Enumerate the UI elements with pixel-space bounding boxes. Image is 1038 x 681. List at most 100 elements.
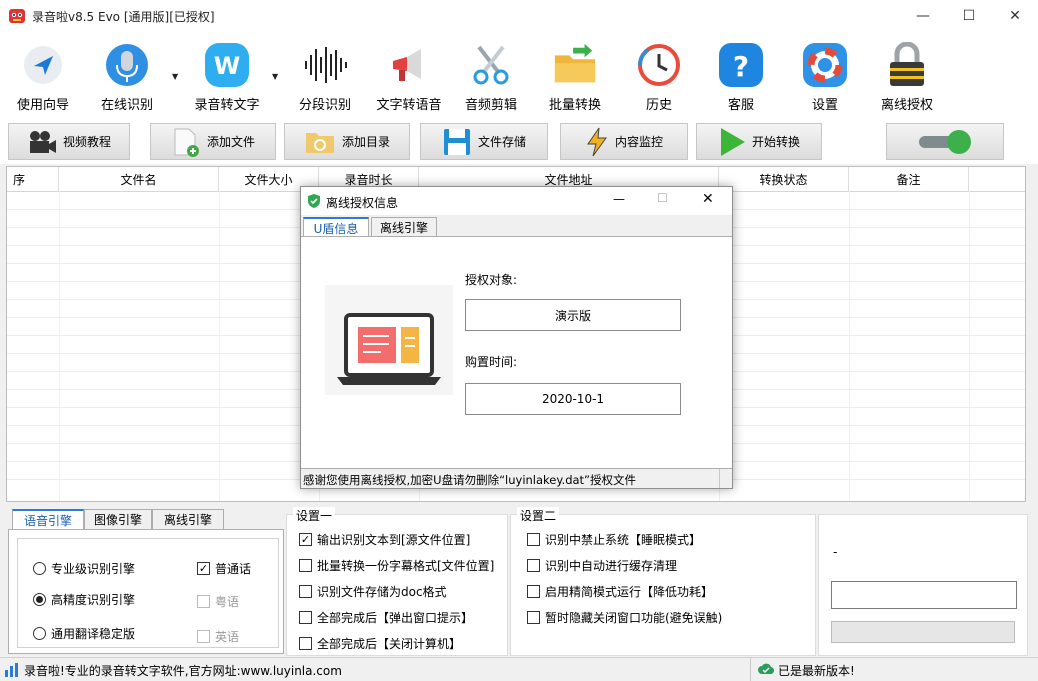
toolbar-support[interactable]: ? 客服 (712, 42, 770, 113)
settings-group-one: 设置一 ✓ 输出识别文本到[源文件位置] 批量转换一份字幕格式[文件位置] 识别文… (286, 507, 508, 656)
column-line (219, 191, 220, 501)
column-header-filename[interactable]: 文件名 (59, 167, 219, 191)
action-button-row: 视频教程 添加文件 添加目录 文件存储 内容监控 开始转换 (0, 118, 1038, 164)
toolbar-settings[interactable]: 设置 (796, 42, 854, 113)
dialog-status-text: 感谢您使用离线授权,加密U盘请勿删除“luyinlakey.dat”授权文件 (303, 473, 637, 487)
toolbar-text-to-speech-label: 文字转语音 (376, 98, 442, 113)
video-tutorial-button[interactable]: 视频教程 (8, 123, 130, 160)
dialog-close-button[interactable]: ✕ (702, 191, 714, 207)
checkbox-icon (299, 559, 312, 572)
shield-check-icon (306, 193, 322, 212)
app-logo-icon (8, 7, 26, 25)
tab-voice-engine[interactable]: 语音引擎 (12, 509, 84, 530)
dialog-title: 离线授权信息 (326, 196, 399, 210)
progress-bar (831, 621, 1015, 643)
window-title: 录音啦v8.5 Evo [通用版][已授权] (32, 10, 215, 24)
add-file-label: 添加文件 (206, 135, 255, 149)
help-icon: ? (718, 42, 764, 88)
toolbar-segment-recognition[interactable]: 分段识别 (296, 42, 354, 113)
language-label: 普通话 (215, 562, 252, 576)
maximize-button[interactable]: ☐ (946, 0, 992, 32)
checkbox-icon (299, 611, 312, 624)
engine-option-high-precision[interactable]: 高精度识别引擎 (33, 591, 135, 608)
setting-auto-cache-clean[interactable]: 识别中自动进行缓存清理 (527, 557, 677, 574)
column-header-status[interactable]: 转换状态 (719, 167, 849, 191)
toolbar-batch-convert-label: 批量转换 (548, 98, 601, 113)
setting-hide-close[interactable]: 暂时隐藏关闭窗口功能(避免误触) (527, 609, 722, 626)
language-mandarin-checkbox[interactable]: ✓ 普通话 (197, 560, 251, 577)
svg-text:?: ? (733, 50, 749, 83)
folder-icon (552, 42, 598, 88)
toolbar-history[interactable]: 历史 (630, 42, 688, 113)
toolbar-guide[interactable]: 使用向导 (14, 42, 72, 113)
setting-shutdown-on-finish[interactable]: 全部完成后【关闭计算机】 (299, 635, 461, 652)
setting-lite-mode[interactable]: 启用精简模式运行【降低功耗】 (527, 583, 713, 600)
toolbar-audio-editing-label: 音频剪辑 (464, 98, 517, 113)
engine-option-label: 高精度识别引擎 (51, 593, 136, 607)
file-storage-label: 文件存储 (477, 135, 526, 149)
radio-selected-icon (33, 593, 46, 606)
close-button[interactable]: ✕ (992, 0, 1038, 32)
setting-disable-sleep[interactable]: 识别中禁止系统【睡眠模式】 (527, 531, 701, 548)
engine-option-label: 通用翻译稳定版 (51, 627, 136, 641)
checkbox-icon (197, 630, 210, 643)
dialog-body: 授权对象: 演示版 购置时间: 2020-10-1 (301, 236, 732, 468)
setting-output-to-source[interactable]: ✓ 输出识别文本到[源文件位置] (299, 531, 470, 548)
setting-label: 全部完成后【关闭计算机】 (317, 637, 462, 651)
title-bar: 录音啦v8.5 Evo [通用版][已授权] — ☐ ✕ (0, 0, 1038, 32)
tab-image-engine[interactable]: 图像引擎 (84, 509, 152, 530)
toolbar-offline-license[interactable]: 离线授权 (876, 42, 938, 113)
chevron-down-icon[interactable]: ▼ (272, 72, 278, 81)
dialog-minimize-button[interactable]: — (613, 192, 625, 206)
content-monitor-button[interactable]: 内容监控 (560, 123, 688, 160)
engine-option-professional[interactable]: 专业级识别引擎 (33, 560, 135, 577)
toolbar-record-to-text[interactable]: W 录音转文字 (190, 42, 264, 113)
tab-offline-engine[interactable]: 离线引擎 (152, 509, 224, 530)
radio-icon (33, 562, 46, 575)
engine-option-label: 专业级识别引擎 (51, 562, 136, 576)
column-header-notes[interactable]: 备注 (849, 167, 969, 191)
checkbox-icon (299, 585, 312, 598)
floppy-disk-icon (442, 127, 472, 157)
settings-group-two: 设置二 识别中禁止系统【睡眠模式】 识别中自动进行缓存清理 启用精简模式运行【降… (510, 507, 816, 656)
toolbar-text-to-speech[interactable]: 文字转语音 (372, 42, 446, 113)
setting-save-doc[interactable]: 识别文件存储为doc格式 (299, 583, 447, 600)
toolbar-settings-label: 设置 (811, 98, 838, 113)
engine-option-general-translation[interactable]: 通用翻译稳定版 (33, 625, 135, 642)
lightning-icon (585, 127, 609, 157)
status-left-text: 录音啦!专业的录音转文字软件,官方网址:www.luyinla.com (24, 664, 342, 678)
toolbar-online-recognition-label: 在线识别 (100, 98, 153, 113)
toggle-switch-icon (919, 129, 971, 154)
column-line (849, 191, 850, 501)
start-convert-button[interactable]: 开始转换 (696, 123, 822, 160)
setting-label: 启用精简模式运行【降低功耗】 (545, 585, 714, 599)
setting-label: 识别文件存储为doc格式 (317, 585, 447, 599)
setting-popup-on-finish[interactable]: 全部完成后【弹出窗口提示】 (299, 609, 473, 626)
tab-offline-engine[interactable]: 离线引擎 (371, 217, 437, 237)
setting-label: 输出识别文本到[源文件位置] (317, 533, 471, 547)
toolbar-online-recognition[interactable]: 在线识别 (98, 42, 156, 113)
video-camera-icon (27, 129, 57, 155)
mode-toggle[interactable] (886, 123, 1004, 160)
tab-usb-key-info[interactable]: U盾信息 (303, 217, 369, 238)
toolbar-batch-convert[interactable]: 批量转换 (544, 42, 606, 113)
file-storage-button[interactable]: 文件存储 (420, 123, 548, 160)
laptop-icon (325, 285, 453, 395)
column-header-index[interactable]: 序 (7, 167, 59, 191)
setting-label: 识别中禁止系统【睡眠模式】 (545, 533, 702, 547)
side-panel-input[interactable] (831, 581, 1017, 609)
auth-object-field: 演示版 (465, 299, 681, 331)
purchase-time-field: 2020-10-1 (465, 383, 681, 415)
add-file-button[interactable]: 添加文件 (150, 123, 276, 160)
minimize-button[interactable]: — (900, 0, 946, 32)
add-file-icon (171, 127, 201, 157)
engine-panel: 专业级识别引擎 高精度识别引擎 通用翻译稳定版 ✓ 普通话 粤语 英语 (8, 529, 284, 654)
setting-batch-subtitle[interactable]: 批量转换一份字幕格式[文件位置] (299, 557, 494, 574)
side-panel-dash: - (833, 545, 838, 559)
add-folder-label: 添加目录 (341, 135, 390, 149)
chevron-down-icon[interactable]: ▼ (172, 72, 178, 81)
column-line (59, 191, 60, 501)
status-bar: 录音啦!专业的录音转文字软件,官方网址:www.luyinla.com 已是最新… (0, 657, 1038, 681)
toolbar-audio-editing[interactable]: 音频剪辑 (462, 42, 520, 113)
add-folder-button[interactable]: 添加目录 (284, 123, 410, 160)
